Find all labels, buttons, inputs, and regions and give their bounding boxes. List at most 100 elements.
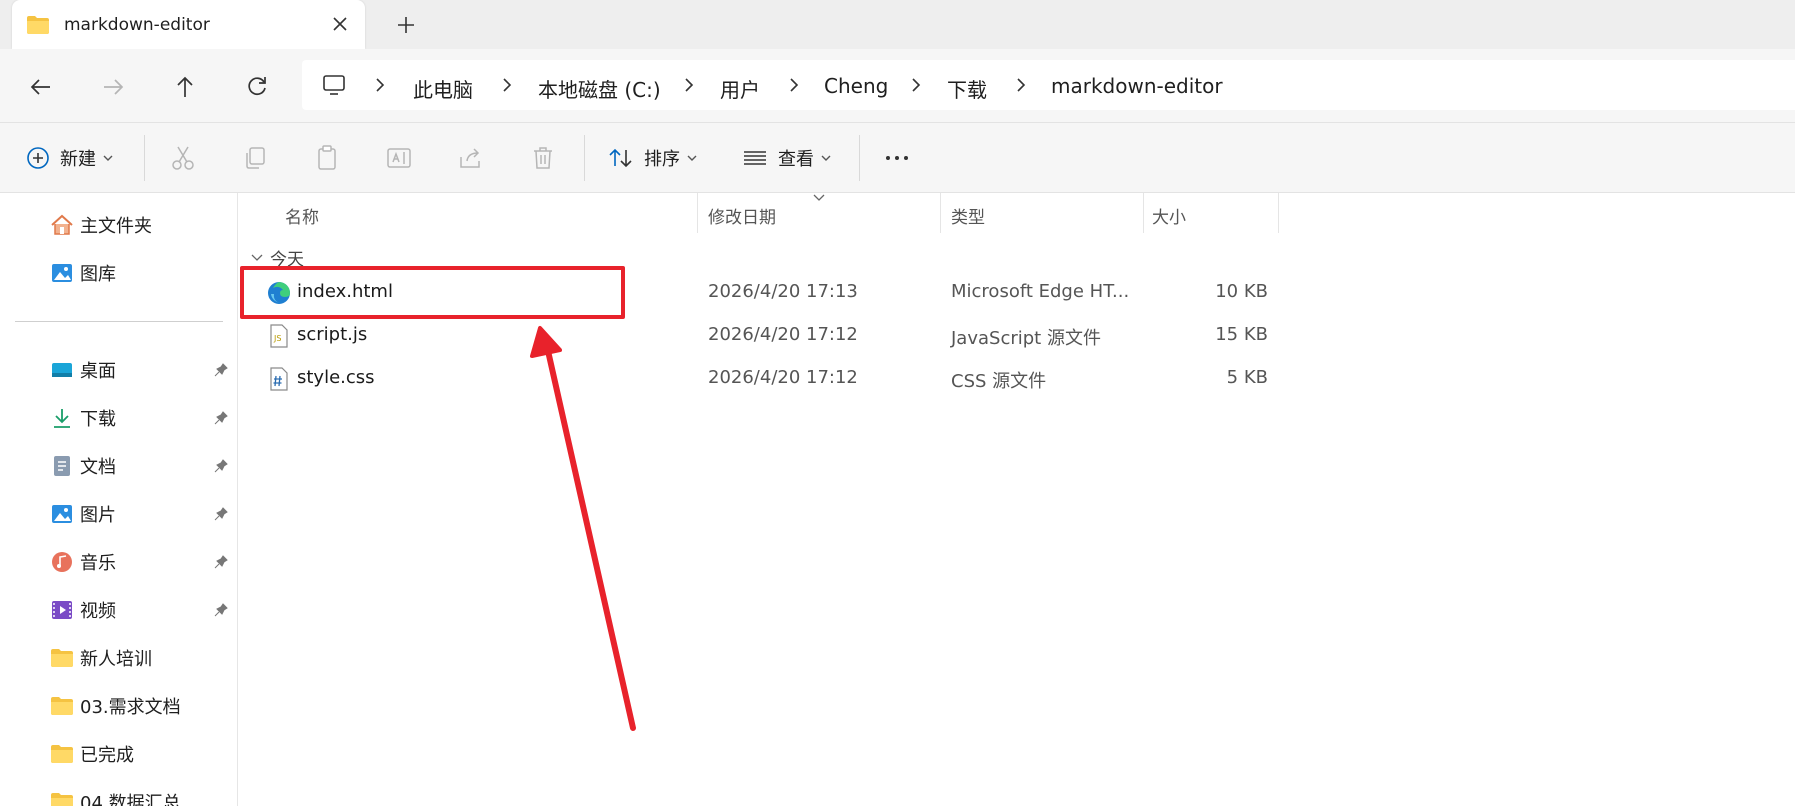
rename-icon[interactable] [384, 143, 414, 173]
cut-icon[interactable] [168, 143, 198, 173]
gallery-icon [52, 264, 72, 282]
annotation-highlight-box [240, 266, 625, 319]
column-divider[interactable] [1143, 193, 1144, 233]
sidebar-item-label: 视频 [80, 601, 116, 622]
back-arrow-icon[interactable] [26, 72, 56, 102]
sort-button-label: 排序 [644, 149, 680, 170]
column-header-name[interactable]: 名称 [285, 203, 319, 228]
breadcrumb-markdown-editor[interactable]: markdown-editor [1051, 74, 1223, 98]
sort-icon [609, 148, 632, 168]
paste-icon[interactable] [312, 143, 342, 173]
folder-icon [27, 16, 49, 34]
chevron-right-icon[interactable] [1014, 77, 1028, 93]
tab-markdown-editor[interactable]: markdown-editor [12, 0, 365, 49]
desktop-icon [52, 363, 72, 377]
sidebar-item-label: 主文件夹 [80, 216, 152, 237]
chevron-right-icon[interactable] [682, 77, 696, 93]
chevron-right-icon[interactable] [373, 77, 387, 93]
music-icon [52, 552, 72, 572]
css-file-icon [270, 367, 288, 391]
more-options-icon[interactable] [882, 143, 912, 173]
breadcrumb-users[interactable]: 用户 [720, 74, 760, 103]
document-icon [54, 456, 70, 476]
forward-arrow-icon[interactable] [98, 72, 128, 102]
file-row-script-js[interactable]: JS script.js 2026/4/20 17:12 JavaScript … [238, 315, 1278, 355]
sidebar-item-desktop[interactable]: 桌面 [50, 355, 235, 385]
folder-icon [51, 697, 73, 715]
copy-icon[interactable] [240, 143, 270, 173]
plus-circle-icon [27, 147, 49, 169]
column-divider[interactable] [940, 193, 941, 233]
column-header-size[interactable]: 大小 [1152, 203, 1186, 228]
sidebar-item-data-summary[interactable]: 04.数据汇总 [50, 787, 235, 806]
sort-button[interactable]: 排序 [608, 143, 698, 173]
delete-icon[interactable] [528, 143, 558, 173]
address-bar[interactable]: 此电脑 本地磁盘 (C:) 用户 Cheng 下载 markdown-edito… [302, 60, 1795, 110]
toolbar-divider [144, 135, 145, 181]
chevron-right-icon[interactable] [787, 77, 801, 93]
sidebar-item-label: 04.数据汇总 [80, 793, 181, 806]
breadcrumb-local-disk[interactable]: 本地磁盘 (C:) [538, 74, 661, 103]
folder-icon [51, 745, 73, 763]
pin-icon[interactable] [213, 506, 229, 522]
file-size: 15 KB [1215, 324, 1268, 345]
tab-strip: markdown-editor [0, 0, 1795, 49]
sidebar-item-new-hire-training[interactable]: 新人培训 [50, 643, 235, 673]
new-button[interactable]: 新建 [26, 143, 114, 173]
sidebar-item-completed[interactable]: 已完成 [50, 739, 235, 769]
sidebar-item-pictures[interactable]: 图片 [50, 499, 235, 529]
sidebar-divider [15, 321, 223, 322]
breadcrumb-this-pc[interactable]: 此电脑 [413, 74, 473, 103]
pin-icon[interactable] [213, 458, 229, 474]
chevron-right-icon[interactable] [909, 77, 923, 93]
chevron-down-icon [813, 194, 825, 201]
column-header-type[interactable]: 类型 [951, 203, 985, 228]
toolbar-divider [584, 135, 585, 181]
sidebar-item-documents[interactable]: 文档 [50, 451, 235, 481]
navigation-pane: 主文件夹 图库 桌面 下载 文档 图片 音乐 视频 新人培训 03.需求文档 已… [0, 193, 238, 806]
share-icon[interactable] [456, 143, 486, 173]
this-pc-icon[interactable] [322, 74, 346, 96]
file-row-style-css[interactable]: style.css 2026/4/20 17:12 CSS 源文件 5 KB [238, 358, 1278, 398]
close-icon[interactable] [329, 13, 351, 35]
sidebar-item-gallery[interactable]: 图库 [50, 258, 235, 288]
pin-icon[interactable] [213, 554, 229, 570]
refresh-icon[interactable] [242, 72, 272, 102]
toolbar-divider [859, 135, 860, 181]
sidebar-item-label: 新人培训 [80, 649, 152, 670]
file-date-modified: 2026/4/20 17:12 [708, 324, 858, 345]
folder-icon [51, 793, 73, 806]
view-list-icon [744, 151, 766, 165]
sidebar-item-label: 已完成 [80, 745, 134, 766]
pin-icon[interactable] [213, 602, 229, 618]
sidebar-item-home[interactable]: 主文件夹 [50, 210, 235, 240]
breadcrumb-cheng[interactable]: Cheng [824, 74, 888, 98]
up-arrow-icon[interactable] [170, 72, 200, 102]
sidebar-item-music[interactable]: 音乐 [50, 547, 235, 577]
new-button-label: 新建 [60, 149, 96, 170]
chevron-down-icon [687, 155, 697, 161]
breadcrumb-downloads[interactable]: 下载 [947, 74, 987, 103]
file-date-modified: 2026/4/20 17:13 [708, 281, 858, 302]
js-file-icon: JS [270, 324, 288, 348]
file-date-modified: 2026/4/20 17:12 [708, 367, 858, 388]
file-size: 5 KB [1226, 367, 1268, 388]
sidebar-item-requirements-docs[interactable]: 03.需求文档 [50, 691, 235, 721]
pin-icon[interactable] [213, 362, 229, 378]
video-icon [52, 601, 72, 619]
sidebar-item-label: 文档 [80, 457, 116, 478]
sidebar-item-videos[interactable]: 视频 [50, 595, 235, 625]
chevron-down-icon [821, 155, 831, 161]
folder-icon [51, 649, 73, 667]
chevron-right-icon[interactable] [500, 77, 514, 93]
svg-text:JS: JS [273, 334, 281, 343]
download-icon [54, 409, 70, 428]
column-divider[interactable] [1278, 193, 1279, 233]
navigation-bar: 此电脑 本地磁盘 (C:) 用户 Cheng 下载 markdown-edito… [0, 49, 1795, 123]
pin-icon[interactable] [213, 410, 229, 426]
sidebar-item-downloads[interactable]: 下载 [50, 403, 235, 433]
column-header-date-modified[interactable]: 修改日期 [708, 203, 776, 228]
new-tab-icon[interactable] [394, 13, 418, 37]
view-button[interactable]: 查看 [742, 143, 832, 173]
column-divider[interactable] [697, 193, 698, 233]
